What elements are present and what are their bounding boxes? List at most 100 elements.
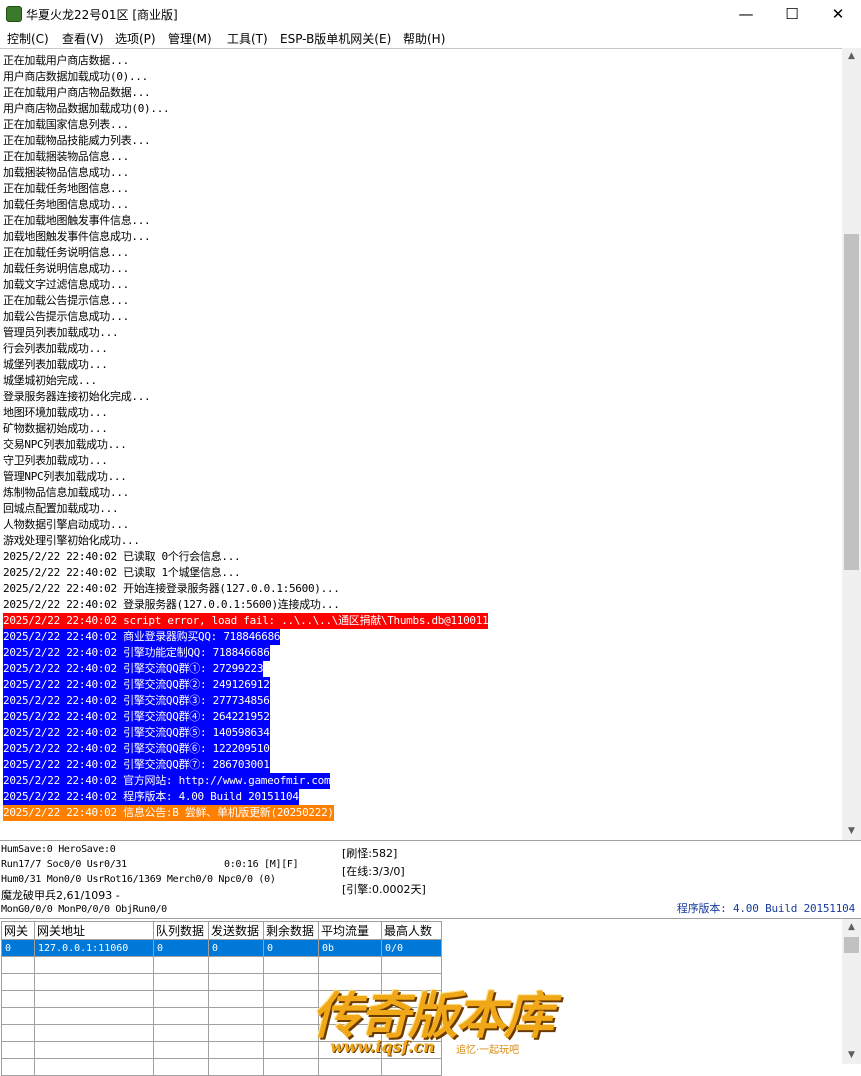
log-line: 加载任务说明信息成功... bbox=[3, 262, 129, 275]
log-line: 游戏处理引擎初始化成功... bbox=[3, 534, 140, 547]
log-line: 2025/2/22 22:40:02 程序版本: 4.00 Build 2015… bbox=[3, 789, 299, 805]
log-line: 加载公告提示信息成功... bbox=[3, 310, 129, 323]
log-line: 管理NPC列表加载成功... bbox=[3, 470, 127, 483]
scroll-down-arrow-icon[interactable]: ▼ bbox=[842, 1047, 861, 1064]
log-line: 正在加载用户商店数据... bbox=[3, 54, 129, 67]
table-row-empty[interactable] bbox=[1, 956, 442, 974]
log-line: 正在加载捆装物品信息... bbox=[3, 150, 129, 163]
log-line: 回城点配置加载成功... bbox=[3, 502, 119, 515]
log-line: 2025/2/22 22:40:02 引擎交流QQ群④: 264221952 bbox=[3, 709, 270, 725]
window-title: 华夏火龙22号01区 [商业版] bbox=[26, 8, 178, 22]
menu-espb-gateway[interactable]: ESP-B版单机网关(E) bbox=[280, 30, 391, 47]
log-line: 2025/2/22 22:40:02 引擎交流QQ群②: 249126912 bbox=[3, 677, 270, 693]
log-line: 正在加载任务地图信息... bbox=[3, 182, 129, 195]
status-version: 程序版本: 4.00 Build 20151104 bbox=[676, 902, 855, 915]
menu-bar: 控制(C) 查看(V) 选项(P) 管理(M) 工具(T) ESP-B版单机网关… bbox=[0, 28, 861, 48]
log-line: 城堡列表加载成功... bbox=[3, 358, 108, 371]
menu-view[interactable]: 查看(V) bbox=[62, 30, 104, 47]
log-line: 加载文字过滤信息成功... bbox=[3, 278, 129, 291]
log-line: 正在加载用户商店物品数据... bbox=[3, 86, 151, 99]
scroll-thumb[interactable] bbox=[844, 234, 859, 570]
col-avg-traffic[interactable]: 平均流量 bbox=[318, 921, 382, 940]
log-line: 矿物数据初始成功... bbox=[3, 422, 108, 435]
cell-max-users: 0/0 bbox=[381, 939, 442, 957]
table-row[interactable]: 0 127.0.0.1:11060 0 0 0 0b 0/0 bbox=[1, 939, 442, 957]
scroll-down-arrow-icon[interactable]: ▼ bbox=[842, 823, 861, 840]
col-send-data[interactable]: 发送数据 bbox=[208, 921, 264, 940]
col-gate[interactable]: 网关 bbox=[1, 921, 35, 940]
cell-remaining-data: 0 bbox=[263, 939, 319, 957]
log-line: 炼制物品信息加载成功... bbox=[3, 486, 129, 499]
cell-avg-traffic: 0b bbox=[318, 939, 382, 957]
status-online: [在线:3/3/0] bbox=[342, 865, 405, 878]
log-line: 正在加载任务说明信息... bbox=[3, 246, 129, 259]
status-mon-gen: MonG0/0/0 MonP0/0/0 ObjRun0/0 bbox=[1, 904, 167, 915]
status-engine: [引擎:0.0002天] bbox=[342, 883, 426, 896]
scroll-up-arrow-icon[interactable]: ▲ bbox=[842, 919, 861, 936]
log-line: 城堡城初始完成... bbox=[3, 374, 97, 387]
log-line: 交易NPC列表加载成功... bbox=[3, 438, 127, 451]
log-line: 2025/2/22 22:40:02 引擎交流QQ群⑦: 286703001 bbox=[3, 757, 270, 773]
watermark-url: www.iqsf.cn bbox=[330, 1037, 435, 1056]
log-line: 2025/2/22 22:40:02 已读取 0个行会信息... bbox=[3, 550, 241, 563]
log-line: 登录服务器连接初始化完成... bbox=[3, 390, 151, 403]
log-line: 加载地图触发事件信息成功... bbox=[3, 230, 151, 243]
col-max-users[interactable]: 最高人数 bbox=[381, 921, 442, 940]
gate-scrollbar[interactable]: ▲ ▼ bbox=[842, 919, 861, 1064]
log-line: 加载任务地图信息成功... bbox=[3, 198, 129, 211]
log-line: 2025/2/22 22:40:02 官方网站: http://www.game… bbox=[3, 773, 331, 789]
maximize-button[interactable]: ☐ bbox=[769, 0, 815, 28]
log-line: 用户商店数据加载成功(0)... bbox=[3, 70, 148, 83]
close-button[interactable]: ✕ bbox=[815, 0, 861, 28]
log-line: 守卫列表加载成功... bbox=[3, 454, 108, 467]
log-line: 2025/2/22 22:40:02 商业登录器购买QQ: 718846686 bbox=[3, 629, 281, 645]
status-refresh-monster: [刷怪:582] bbox=[342, 847, 398, 860]
log-line: 2025/2/22 22:40:02 开始连接登录服务器(127.0.0.1:5… bbox=[3, 582, 340, 595]
scroll-up-arrow-icon[interactable]: ▲ bbox=[842, 48, 861, 65]
log-line: 正在加载公告提示信息... bbox=[3, 294, 129, 307]
log-line: 正在加载国家信息列表... bbox=[3, 118, 129, 131]
log-line: 行会列表加载成功... bbox=[3, 342, 108, 355]
cell-send-data: 0 bbox=[208, 939, 264, 957]
cell-queue-data: 0 bbox=[153, 939, 209, 957]
log-line: 2025/2/22 22:40:02 引擎交流QQ群⑥: 122209510 bbox=[3, 741, 270, 757]
menu-manage[interactable]: 管理(M) bbox=[168, 30, 212, 47]
log-line: 2025/2/22 22:40:02 引擎交流QQ群①: 27299223 bbox=[3, 661, 264, 677]
status-monster: 魔龙破甲兵2,61/1093 - bbox=[1, 889, 120, 902]
status-timer: 0:0:16 [M][F] bbox=[224, 859, 299, 870]
log-line: 2025/2/22 22:40:02 信息公告:B 尝鲜、单机版更新(20250… bbox=[3, 805, 334, 821]
status-hum-save: HumSave:0 HeroSave:0 bbox=[1, 844, 116, 855]
log-pane[interactable]: 正在加载用户商店数据... 用户商店数据加载成功(0)... 正在加载用户商店物品数… bbox=[0, 48, 861, 840]
log-list: 正在加载用户商店数据... 用户商店数据加载成功(0)... 正在加载用户商店物品数… bbox=[3, 49, 841, 839]
col-gate-address[interactable]: 网关地址 bbox=[34, 921, 154, 940]
log-line: 2025/2/22 22:40:02 登录服务器(127.0.0.1:5600)… bbox=[3, 598, 340, 611]
minimize-button[interactable]: — bbox=[723, 0, 769, 28]
col-remaining-data[interactable]: 剩余数据 bbox=[263, 921, 319, 940]
log-line: 人物数据引擎启动成功... bbox=[3, 518, 129, 531]
scroll-thumb[interactable] bbox=[844, 937, 859, 953]
cell-gate-address: 127.0.0.1:11060 bbox=[34, 939, 154, 957]
col-queue-data[interactable]: 队列数据 bbox=[153, 921, 209, 940]
log-line: 2025/2/22 22:40:02 引擎功能定制QQ: 718846686 bbox=[3, 645, 270, 661]
menu-tools[interactable]: 工具(T) bbox=[227, 30, 268, 47]
menu-help[interactable]: 帮助(H) bbox=[403, 30, 445, 47]
log-line: 正在加载物品技能威力列表... bbox=[3, 134, 151, 147]
cell-gate: 0 bbox=[1, 939, 35, 957]
log-line: 2025/2/22 22:40:02 引擎交流QQ群⑤: 140598634 bbox=[3, 725, 270, 741]
menu-control[interactable]: 控制(C) bbox=[7, 30, 49, 47]
status-run: Run17/7 Soc0/0 Usr0/31 bbox=[1, 859, 127, 870]
watermark-tag: 追忆·一起玩吧 bbox=[456, 1045, 520, 1056]
log-line: 用户商店物品数据加载成功(0)... bbox=[3, 102, 170, 115]
log-line: 地图环境加载成功... bbox=[3, 406, 108, 419]
log-line: 2025/2/22 22:40:02 引擎交流QQ群③: 277734856 bbox=[3, 693, 270, 709]
menu-options[interactable]: 选项(P) bbox=[115, 30, 156, 47]
log-scrollbar[interactable]: ▲ ▼ bbox=[842, 48, 861, 840]
log-line: 管理员列表加载成功... bbox=[3, 326, 119, 339]
log-line: 正在加载地图触发事件信息... bbox=[3, 214, 151, 227]
site-watermark-logo: 传奇版本库 www.iqsf.cn 追忆·一起玩吧 bbox=[310, 976, 570, 1064]
app-icon bbox=[6, 6, 22, 22]
log-line: 2025/2/22 22:40:02 已读取 1个城堡信息... bbox=[3, 566, 241, 579]
status-hum: Hum0/31 Mon0/0 UsrRot16/1369 Merch0/0 Np… bbox=[1, 874, 276, 885]
status-area: HumSave:0 HeroSave:0 Run17/7 Soc0/0 Usr0… bbox=[0, 840, 861, 918]
log-line: 加载捆装物品信息成功... bbox=[3, 166, 129, 179]
